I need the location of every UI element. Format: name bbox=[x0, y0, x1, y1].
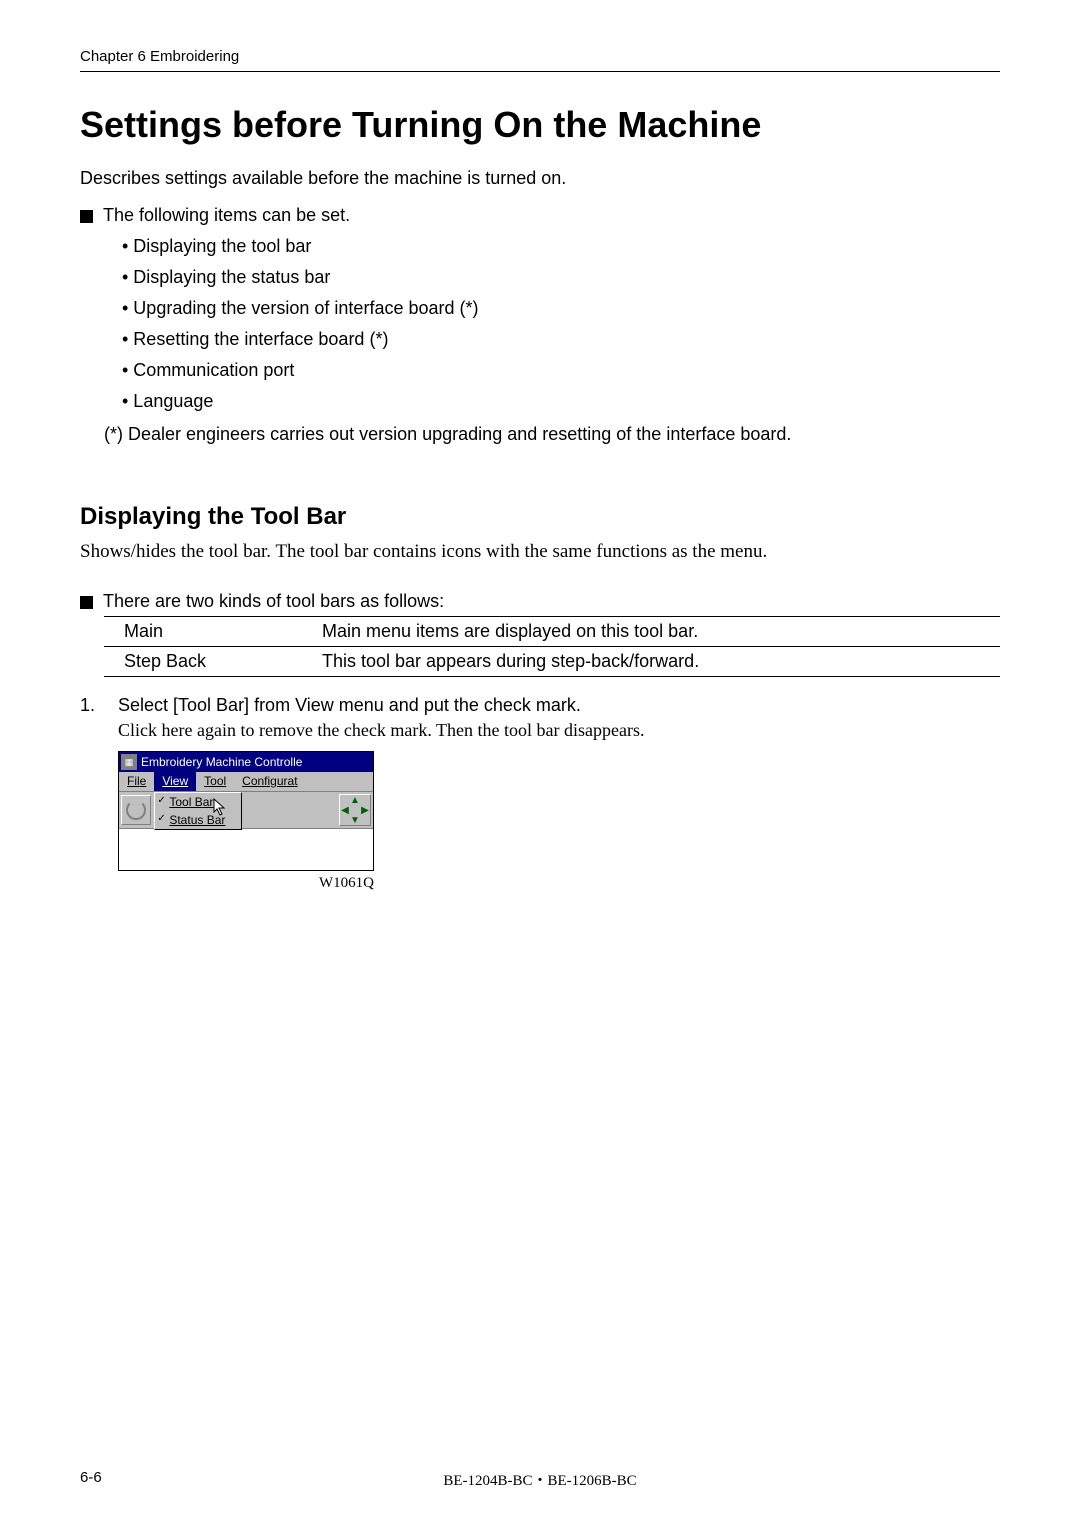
can-be-set-heading: The following items can be set. bbox=[103, 205, 350, 226]
list-item: • Language bbox=[122, 391, 1000, 412]
page-footer: 6-6 BE-1204B-BC・BE-1206B-BC bbox=[80, 1469, 1000, 1486]
content-area bbox=[119, 828, 373, 870]
menu-tool[interactable]: Tool bbox=[196, 772, 234, 791]
menu-view-label: View bbox=[162, 774, 188, 788]
dropdown-item-toolbar[interactable]: ✓ Tool Bar bbox=[155, 793, 241, 811]
refresh-button[interactable] bbox=[121, 795, 151, 825]
table-row: Step Back This tool bar appears during s… bbox=[104, 647, 1000, 677]
nav-button-group: ▲ ◀▶ ▼ bbox=[339, 794, 371, 826]
chapter-header: Chapter 6 Embroidering bbox=[80, 48, 1000, 72]
step-text: Select [Tool Bar] from View menu and put… bbox=[118, 695, 1000, 716]
screenshot-figure: ▦ Embroidery Machine Controlle File View… bbox=[118, 751, 374, 892]
app-window: ▦ Embroidery Machine Controlle File View… bbox=[118, 751, 374, 871]
section-heading: Displaying the Tool Bar bbox=[80, 503, 1000, 531]
figure-label: W1061Q bbox=[118, 875, 374, 892]
step-subtext: Click here again to remove the check mar… bbox=[118, 720, 1000, 741]
table-cell: Main bbox=[104, 617, 314, 647]
table-row: Main Main menu items are displayed on th… bbox=[104, 617, 1000, 647]
section-description: Shows/hides the tool bar. The tool bar c… bbox=[80, 541, 1000, 563]
nav-pad-button[interactable]: ▲ ◀▶ ▼ bbox=[340, 795, 370, 825]
footer-models: BE-1204B-BC・BE-1206B-BC bbox=[80, 1469, 1000, 1490]
intro-text: Describes settings available before the … bbox=[80, 168, 1000, 189]
list-item: • Communication port bbox=[122, 360, 1000, 381]
table-cell: Main menu items are displayed on this to… bbox=[314, 617, 1000, 647]
toolbar-kinds-table: Main Main menu items are displayed on th… bbox=[104, 616, 1000, 677]
list-item: • Displaying the status bar bbox=[122, 267, 1000, 288]
menu-file[interactable]: File bbox=[119, 772, 154, 791]
check-icon: ✓ bbox=[157, 813, 165, 824]
table-intro-row: There are two kinds of tool bars as foll… bbox=[80, 591, 1000, 612]
table-cell: Step Back bbox=[104, 647, 314, 677]
settings-bullet-list: • Displaying the tool bar • Displaying t… bbox=[122, 236, 1000, 412]
menu-file-label: File bbox=[127, 774, 146, 788]
check-icon: ✓ bbox=[157, 795, 165, 806]
table-intro-text: There are two kinds of tool bars as foll… bbox=[103, 591, 444, 612]
table-cell: This tool bar appears during step-back/f… bbox=[314, 647, 1000, 677]
window-title-text: Embroidery Machine Controlle bbox=[141, 755, 302, 769]
step-number: 1. bbox=[80, 695, 118, 741]
window-titlebar[interactable]: ▦ Embroidery Machine Controlle bbox=[119, 752, 373, 772]
menu-configurat-label: Configurat bbox=[242, 774, 297, 788]
menu-configurat[interactable]: Configurat bbox=[234, 772, 305, 791]
list-item: • Displaying the tool bar bbox=[122, 236, 1000, 257]
square-bullet-icon bbox=[80, 596, 93, 609]
page-title: Settings before Turning On the Machine bbox=[80, 104, 1000, 146]
dealer-note: (*) Dealer engineers carries out version… bbox=[104, 424, 1000, 445]
view-dropdown: ✓ Tool Bar ✓ Status Bar bbox=[154, 792, 242, 830]
list-item: • Upgrading the version of interface boa… bbox=[122, 298, 1000, 319]
menu-tool-label: Tool bbox=[204, 774, 226, 788]
nav-pad-icon: ▲ ◀▶ ▼ bbox=[340, 795, 370, 825]
list-item: • Resetting the interface board (*) bbox=[122, 329, 1000, 350]
app-icon: ▦ bbox=[121, 754, 137, 770]
dropdown-item-statusbar[interactable]: ✓ Status Bar bbox=[155, 811, 241, 829]
cursor-icon bbox=[213, 798, 227, 816]
refresh-icon bbox=[126, 800, 146, 820]
dropdown-toolbar-label: Tool Bar bbox=[169, 795, 213, 809]
step-1: 1. Select [Tool Bar] from View menu and … bbox=[80, 695, 1000, 741]
can-be-set-row: The following items can be set. bbox=[80, 205, 1000, 226]
menu-view[interactable]: View ✓ Tool Bar ✓ Status Bar bbox=[154, 772, 196, 791]
square-bullet-icon bbox=[80, 210, 93, 223]
menu-bar: File View ✓ Tool Bar ✓ Status Bar bbox=[119, 772, 373, 792]
